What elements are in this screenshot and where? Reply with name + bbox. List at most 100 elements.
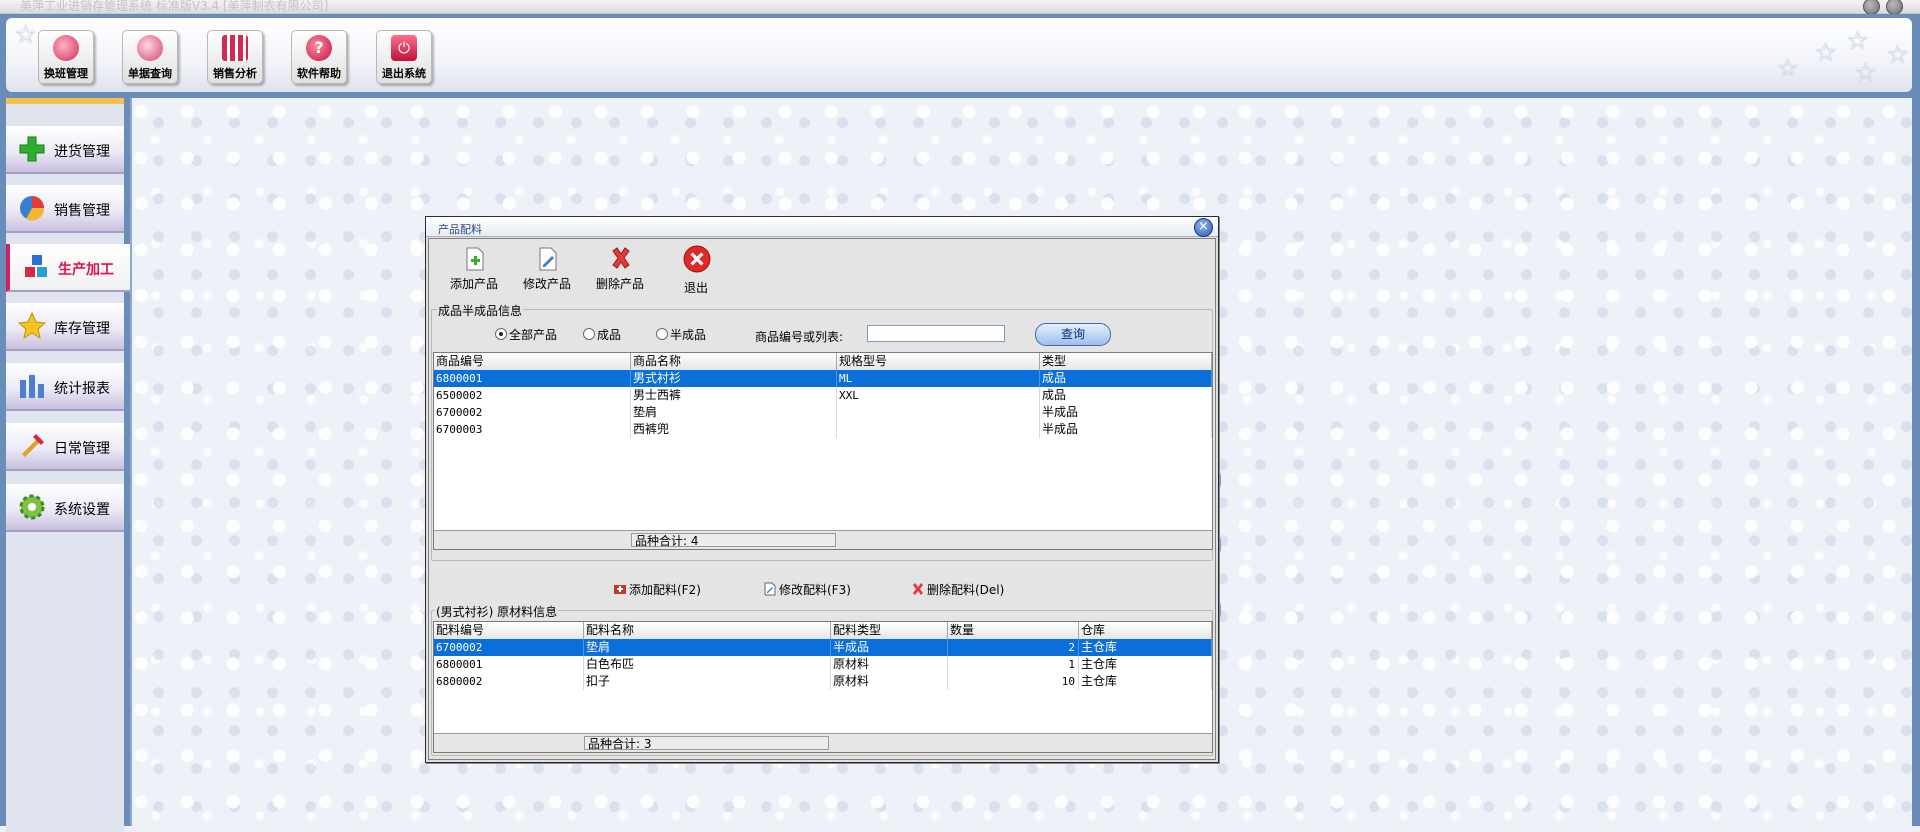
column-header[interactable]: 类型 [1040, 353, 1212, 370]
edit-material-icon [764, 582, 776, 596]
table-cell: 6800001 [434, 656, 584, 673]
sidebar-item-label: 系统设置 [54, 502, 110, 518]
delete-product-button[interactable]: 删除产品 [589, 245, 651, 299]
table-row[interactable]: 6500002 男士西裤 XXL 成品 [434, 387, 1212, 404]
column-header[interactable]: 仓库 [1079, 622, 1212, 639]
window-right-edge [1912, 98, 1920, 826]
shift-management-button[interactable]: 换班管理 [38, 30, 94, 84]
material-group-legend: (男式衬衫) 原材料信息 [435, 603, 559, 620]
table-cell: 10 [948, 673, 1079, 690]
star-decoration-icon: ☆ [1886, 40, 1910, 70]
software-help-button[interactable]: ? 软件帮助 [291, 30, 347, 84]
sidebar-item-production[interactable]: 生产加工 [6, 244, 134, 292]
table-cell: 垫肩 [584, 639, 831, 656]
column-header[interactable]: 配料编号 [434, 622, 584, 639]
sidebar-item-inventory[interactable]: 库存管理 [6, 303, 124, 351]
bar-chart-icon [222, 35, 248, 61]
table-row[interactable]: 6700002 垫肩 半成品 2 主仓库 [434, 639, 1212, 656]
table-cell: 白色布匹 [584, 656, 831, 673]
toolbar-frame: ☆ ☆ ☆ ☆ ☆ ☆ 换班管理 单据查询 销售分析 ? 软件帮助 ⏻ 退出系统 [0, 14, 1920, 98]
add-material-button[interactable]: 添加配料(F2) [613, 581, 701, 598]
sidebar-item-purchase[interactable]: 进货管理 [6, 126, 124, 174]
table-cell: 6700002 [434, 639, 584, 656]
table-cell: 男式衬衫 [631, 370, 837, 387]
exit-system-button[interactable]: ⏻ 退出系统 [376, 30, 432, 84]
star-icon [18, 312, 46, 340]
table-row[interactable]: 6800001 男式衬衫 ML 成品 [434, 370, 1212, 387]
sales-analysis-button[interactable]: 销售分析 [207, 30, 263, 84]
tool-label: 修改产品 [522, 277, 571, 291]
table-cell: 6800001 [434, 370, 631, 387]
add-product-button[interactable]: 添加产品 [443, 245, 505, 299]
action-label: 删除配料(Del) [927, 583, 1005, 597]
product-group-legend: 成品半成品信息 [437, 302, 524, 319]
query-button[interactable]: 查询 [1035, 323, 1111, 346]
delete-material-button[interactable]: 删除配料(Del) [911, 581, 1004, 598]
radio-label: 半成品 [670, 328, 707, 342]
edit-product-button[interactable]: 修改产品 [516, 245, 578, 299]
material-table-footer: 品种合计: 3 [434, 733, 1212, 752]
material-table-header: 配料编号 配料名称 配料类型 数量 仓库 [434, 622, 1212, 640]
column-header[interactable]: 数量 [948, 622, 1079, 639]
exit-dialog-button[interactable]: 退出 [665, 243, 727, 297]
column-header[interactable]: 商品编号 [434, 353, 631, 370]
table-cell: 2 [948, 639, 1079, 656]
sidebar-item-daily[interactable]: 日常管理 [6, 423, 124, 471]
close-window-icon[interactable] [1886, 0, 1903, 15]
table-cell: 西裤兜 [631, 421, 837, 438]
toolbar-button-label: 软件帮助 [297, 67, 341, 80]
sidebar-item-reports[interactable]: 统计报表 [6, 363, 124, 411]
sidebar-item-sales[interactable]: 销售管理 [6, 185, 124, 233]
radio-semi-finished[interactable]: 半成品 [656, 326, 706, 343]
sidebar-item-label: 日常管理 [54, 441, 110, 457]
table-cell: 主仓库 [1079, 656, 1212, 673]
table-cell: 1 [948, 656, 1079, 673]
column-header[interactable]: 商品名称 [631, 353, 837, 370]
toolbar-button-label: 换班管理 [44, 67, 88, 80]
table-row[interactable]: 6800001 白色布匹 原材料 1 主仓库 [434, 656, 1212, 673]
tool-label: 添加产品 [449, 277, 498, 291]
sidebar-item-label: 销售管理 [54, 203, 110, 219]
tools-icon [22, 434, 44, 457]
action-label: 修改配料(F3) [779, 583, 851, 597]
plus-icon [19, 136, 45, 162]
star-decoration-icon: ☆ [1776, 54, 1800, 84]
table-cell: 扣子 [584, 673, 831, 690]
product-table-footer: 品种合计: 4 [434, 530, 1212, 549]
sidebar-item-settings[interactable]: 系统设置 [6, 484, 124, 532]
edit-document-icon [539, 247, 557, 271]
delete-material-icon [913, 583, 923, 595]
column-header[interactable]: 规格型号 [837, 353, 1040, 370]
window-title: 美萍工业进销存管理系统 标准版V3.4 [美萍制衣有限公司] [20, 0, 329, 13]
delete-x-icon [612, 247, 630, 269]
table-cell [837, 404, 1040, 421]
minimize-icon[interactable] [1863, 0, 1880, 15]
table-row[interactable]: 6700002 垫肩 半成品 [434, 404, 1212, 421]
radio-dot-icon [656, 328, 668, 340]
table-cell: 成品 [1040, 370, 1212, 387]
sidebar-item-label: 库存管理 [54, 321, 110, 337]
add-document-icon [466, 247, 484, 271]
table-row[interactable]: 6800002 扣子 原材料 10 主仓库 [434, 673, 1212, 690]
radio-dot-icon [495, 328, 507, 340]
column-header[interactable]: 配料名称 [584, 622, 831, 639]
pie-icon [20, 196, 45, 221]
document-query-button[interactable]: 单据查询 [122, 30, 178, 84]
magnifier-icon [137, 35, 163, 61]
table-cell: 半成品 [831, 639, 948, 656]
product-bom-dialog: 产品配料 × 添加产品 修改产品 删除产品 退出 成品半成品信息 全部产品 成品… [425, 216, 1219, 763]
radio-all-products[interactable]: 全部产品 [495, 326, 557, 343]
product-search-input[interactable] [867, 325, 1005, 342]
close-icon[interactable]: × [1194, 218, 1213, 237]
table-cell [837, 421, 1040, 438]
star-decoration-icon: ☆ [1854, 58, 1878, 88]
dialog-title: 产品配料 [438, 223, 482, 236]
dialog-body: 添加产品 修改产品 删除产品 退出 成品半成品信息 全部产品 成品 半成品 商品… [428, 238, 1216, 760]
radio-finished[interactable]: 成品 [583, 326, 621, 343]
table-row[interactable]: 6700003 西裤兜 半成品 [434, 421, 1212, 438]
table-cell: 主仓库 [1079, 673, 1212, 690]
column-header[interactable]: 配料类型 [831, 622, 948, 639]
exit-circle-icon [683, 245, 711, 273]
add-material-icon [614, 585, 626, 594]
edit-material-button[interactable]: 修改配料(F3) [763, 581, 851, 598]
